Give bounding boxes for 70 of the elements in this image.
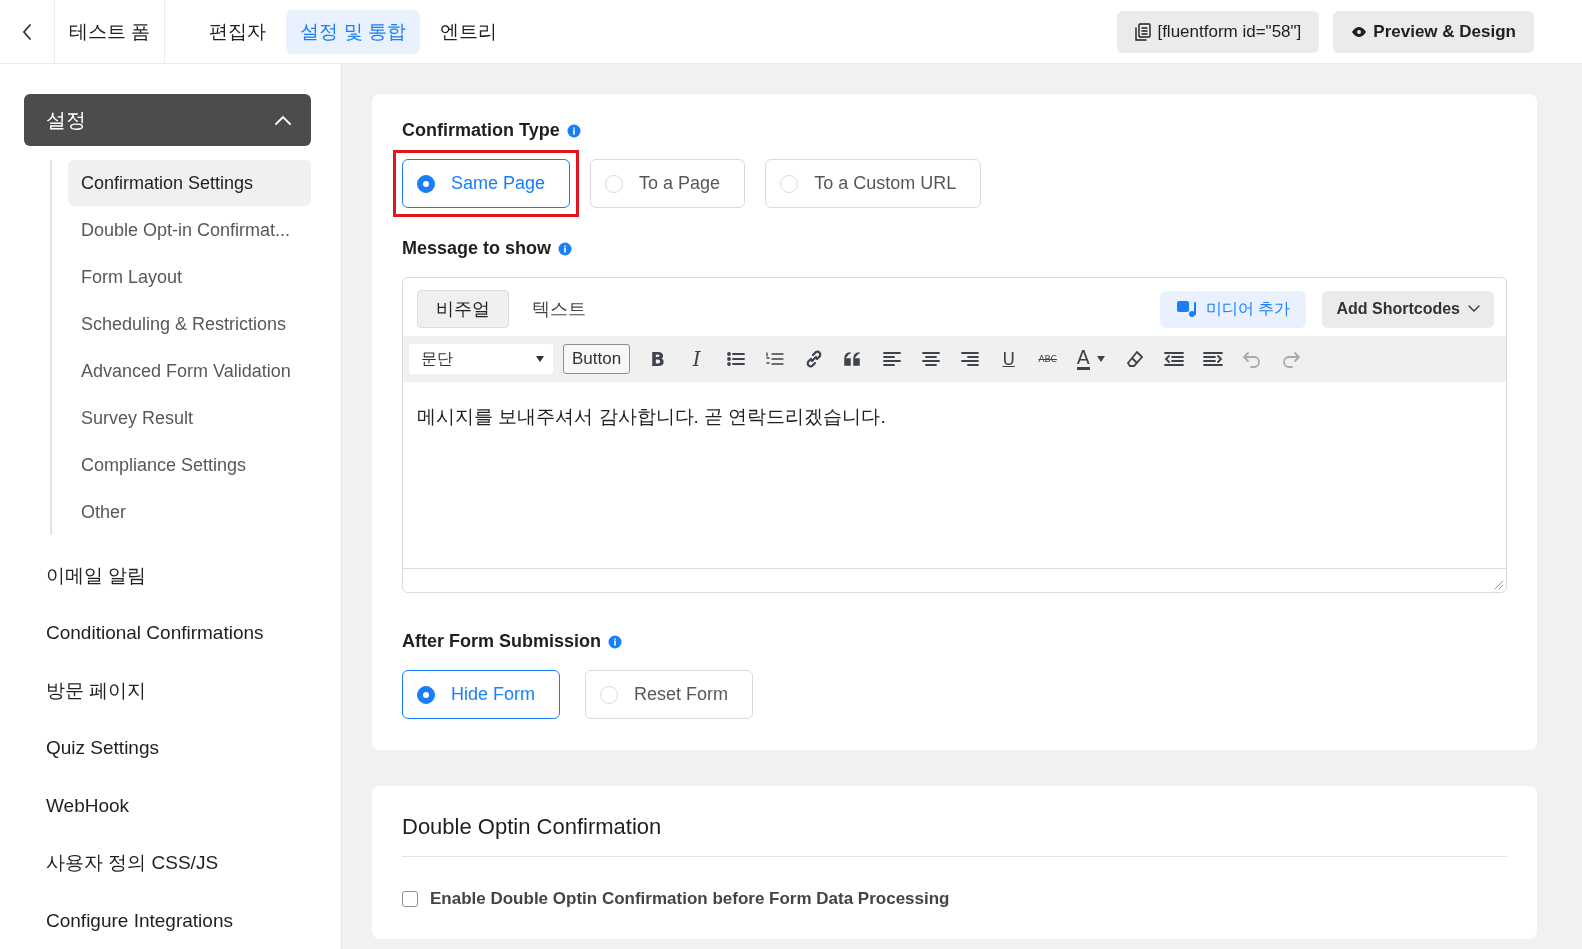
radio-option[interactable]: Reset Form [585, 670, 754, 719]
radio-option[interactable]: To a Custom URL [765, 159, 982, 208]
button-insert-button[interactable]: Button [563, 344, 631, 374]
caret-icon [535, 355, 545, 363]
copy-icon [1135, 22, 1152, 41]
info-icon [608, 634, 623, 649]
sidebar-item[interactable]: Quiz Settings [24, 719, 159, 777]
eraser-icon [1124, 349, 1145, 369]
indent-icon [1201, 350, 1224, 368]
field-label: After Form Submission [402, 631, 602, 652]
add-media-button[interactable]: 미디어 추가 [1160, 290, 1307, 328]
bold-button[interactable]: B [640, 342, 676, 376]
sidebar-group[interactable]: 설정 [24, 94, 311, 146]
sidebar-item[interactable]: 사용자 정의 CSS/JS [24, 834, 219, 892]
outdent-icon [1162, 350, 1185, 368]
nav-tab[interactable]: 엔트리 [425, 9, 511, 54]
sidebar-item[interactable]: 이메일 알림 [24, 547, 147, 605]
preview-design-button[interactable]: Preview & Design [1333, 10, 1534, 53]
align-left-icon [881, 350, 902, 368]
radio-option[interactable]: To a Page [590, 159, 746, 208]
text-color-button[interactable]: A [1069, 342, 1114, 376]
italic-button[interactable]: I [679, 342, 715, 376]
editor-tab[interactable]: 텍스트 [513, 290, 605, 328]
info-icon [558, 241, 573, 256]
numbered-list-icon [764, 350, 785, 368]
sidebar-subitem[interactable]: Compliance Settings [68, 442, 311, 488]
sidebar-subitem[interactable]: Form Layout [68, 254, 311, 300]
sidebar-subitem[interactable]: Confirmation Settings [68, 160, 311, 206]
chevron-left-icon [22, 23, 32, 40]
checkbox-label: Enable Double Optin Confirmation before Form Data Processing [430, 889, 950, 909]
sidebar-item[interactable]: Configure Integrations [24, 892, 233, 949]
form-title: 테스트 폼 [55, 0, 166, 64]
editor-content[interactable]: 메시지를 보내주셔서 감사합니다. 곧 연락드리겠습니다. [403, 382, 1506, 568]
radio-icon [417, 174, 435, 193]
shortcode-button[interactable]: [fluentform id="58"] [1117, 10, 1320, 53]
field-label: Confirmation Type [402, 120, 560, 141]
sidebar-subitem[interactable]: Survey Result [68, 395, 311, 441]
underline-button[interactable]: U [991, 342, 1027, 376]
media-icon [1176, 299, 1198, 319]
sidebar-subitem[interactable]: Double Opt-in Confirmat... [68, 207, 311, 253]
sidebar-item[interactable]: Conditional Confirmations [24, 604, 264, 662]
resize-handle-icon [1494, 580, 1504, 590]
radio-icon [417, 685, 435, 704]
nav-tab[interactable]: 편집자 [195, 9, 281, 54]
sidebar-subitem[interactable]: Scheduling & Restrictions [68, 301, 311, 347]
sidebar-item[interactable]: 방문 페이지 [24, 662, 147, 720]
align-right-icon [959, 350, 980, 368]
checkbox[interactable] [402, 891, 418, 907]
undo-icon [1240, 349, 1263, 369]
editor-tab[interactable]: 비주얼 [417, 290, 509, 328]
radio-icon [780, 174, 799, 193]
caret-icon [1095, 355, 1106, 363]
chevron-up-icon [275, 115, 291, 125]
chevron-down-icon [1468, 305, 1480, 313]
paragraph-format-select[interactable]: 문단 [409, 344, 553, 374]
radio-icon [600, 685, 618, 704]
strikethrough-button[interactable]: ABC [1030, 342, 1066, 376]
radio-option[interactable]: Same Page [402, 159, 571, 208]
eye-icon [1351, 25, 1368, 38]
field-label: Message to show [402, 238, 552, 259]
sidebar-subitem[interactable]: Advanced Form Validation [68, 348, 311, 394]
info-icon [566, 123, 581, 138]
sidebar-item[interactable]: WebHook [24, 777, 130, 835]
radio-icon [605, 174, 624, 193]
bullet-list-icon [725, 350, 746, 368]
add-shortcodes-button[interactable]: Add Shortcodes [1322, 290, 1494, 328]
sidebar-subitem[interactable]: Other [68, 489, 311, 535]
radio-option[interactable]: Hide Form [402, 670, 560, 719]
align-center-icon [920, 350, 941, 368]
section-title: Double Optin Confirmation [402, 814, 1507, 857]
